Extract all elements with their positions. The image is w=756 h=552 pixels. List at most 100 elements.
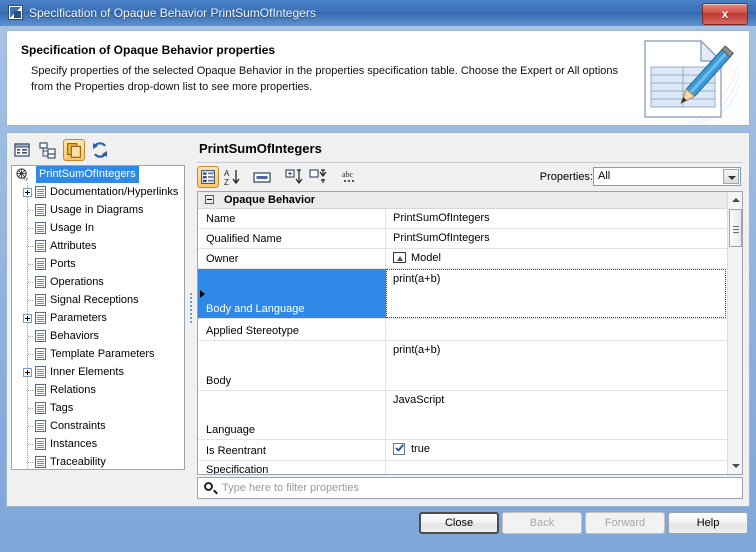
collapse-group-icon[interactable] <box>205 195 214 204</box>
tree-item-relations[interactable]: Relations <box>12 381 184 399</box>
property-key: Is Reentrant <box>206 445 266 457</box>
property-key-cell: Applied Stereotype <box>198 319 386 340</box>
properties-dropdown-value: All <box>598 170 610 182</box>
tree-item-constraints[interactable]: Constraints <box>12 417 184 435</box>
tree-tick <box>28 390 34 391</box>
table-row[interactable]: Body print(a+b) <box>198 341 742 391</box>
collapse-all-icon[interactable] <box>307 166 329 188</box>
property-group-header[interactable]: Opaque Behavior <box>198 192 742 209</box>
table-row[interactable]: Is Reentrant true <box>198 440 742 461</box>
tree-item-operations[interactable]: Operations <box>12 273 184 291</box>
table-row[interactable]: Body and Languageprint(a+b) <box>198 269 742 319</box>
table-vertical-scrollbar[interactable] <box>727 192 742 474</box>
table-row[interactable]: Specification <box>198 461 742 475</box>
document-icon <box>35 420 46 432</box>
scroll-up-button[interactable] <box>728 192 743 207</box>
tree-item-usage-in-diagrams[interactable]: Usage in Diagrams <box>12 201 184 219</box>
header-description: Specify properties of the selected Opaqu… <box>31 63 631 95</box>
property-value-cell[interactable]: Model <box>387 249 726 268</box>
property-value-cell[interactable] <box>387 319 726 340</box>
tree-view-icon[interactable] <box>37 139 59 161</box>
scrollbar-thumb[interactable] <box>729 209 742 247</box>
property-value: print(a+b) <box>393 344 440 356</box>
tree-tick <box>28 246 34 247</box>
properties-filter-label: Properties: <box>540 171 593 183</box>
tree-item-instances[interactable]: Instances <box>12 435 184 453</box>
table-row[interactable]: Name PrintSumOfIntegers <box>198 209 742 229</box>
tree-item-label: PrintSumOfIntegers <box>36 166 139 183</box>
expand-icon[interactable] <box>23 314 32 323</box>
tree-item-label: Inner Elements <box>50 363 124 381</box>
close-icon: x <box>703 4 747 24</box>
table-row[interactable]: OwnerModel <box>198 249 742 269</box>
property-value: PrintSumOfIntegers <box>393 212 490 224</box>
property-key: Qualified Name <box>206 233 282 245</box>
model-package-icon <box>393 252 406 263</box>
properties-grid-icon[interactable] <box>197 166 219 188</box>
tree-item-inner-elements[interactable]: Inner Elements <box>12 363 184 381</box>
property-value: Model <box>411 252 441 264</box>
tree-tick <box>28 462 34 463</box>
table-row[interactable]: Language JavaScript <box>198 391 742 440</box>
document-icon <box>35 240 46 252</box>
property-value-cell[interactable] <box>387 461 726 475</box>
tree-item-documentation-hyperlinks[interactable]: Documentation/Hyperlinks <box>12 183 184 201</box>
property-key-cell: Body <box>198 341 386 390</box>
properties-dropdown[interactable]: All <box>593 167 741 186</box>
tree-item-ports[interactable]: Ports <box>12 255 184 273</box>
close-button[interactable]: Close <box>419 512 499 534</box>
chevron-down-icon <box>723 169 739 184</box>
tree-item-attributes[interactable]: Attributes <box>12 237 184 255</box>
filter-properties-input[interactable]: Type here to filter properties <box>197 477 743 499</box>
expand-icon[interactable] <box>23 368 32 377</box>
document-icon <box>35 348 46 360</box>
reentrant-checkbox[interactable] <box>393 443 405 455</box>
property-key-cell: Qualified Name <box>198 229 386 248</box>
tree-item-label: Signal Receptions <box>50 291 139 309</box>
tree-item-label: Constraints <box>50 417 106 435</box>
copy-icon[interactable] <box>63 139 85 161</box>
property-value-cell[interactable]: true <box>387 440 726 460</box>
scroll-down-button[interactable] <box>728 459 743 474</box>
tree-item-signal-receptions[interactable]: Signal Receptions <box>12 291 184 309</box>
spell-check-icon[interactable]: abc <box>339 166 361 188</box>
property-key-cell: Is Reentrant <box>198 440 386 460</box>
sort-alphabetically-icon[interactable]: A Z <box>221 166 243 188</box>
refresh-icon[interactable] <box>89 139 111 161</box>
tree-toolbar <box>11 137 185 163</box>
tree-item-root[interactable]: xy PrintSumOfIntegers <box>12 166 184 183</box>
svg-text:xy: xy <box>23 176 28 181</box>
svg-text:A: A <box>224 169 230 178</box>
details-panel: PrintSumOfIntegers A Z <box>195 137 745 502</box>
show-description-icon[interactable] <box>251 166 273 188</box>
document-pencil-illustration <box>629 37 739 123</box>
properties-table[interactable]: Opaque Behavior NamePrintSumOfIntegersQu… <box>197 191 743 475</box>
tree-item-behaviors[interactable]: Behaviors <box>12 327 184 345</box>
tree-item-template-parameters[interactable]: Template Parameters <box>12 345 184 363</box>
expand-all-icon[interactable] <box>283 166 305 188</box>
property-key: Name <box>206 213 235 225</box>
help-button[interactable]: Help <box>668 512 748 534</box>
table-row[interactable]: Applied Stereotype <box>198 319 742 341</box>
property-value: JavaScript <box>393 394 444 406</box>
filter-placeholder: Type here to filter properties <box>222 482 359 494</box>
tree-item-label: Operations <box>50 273 104 291</box>
property-value-cell[interactable]: PrintSumOfIntegers <box>387 209 726 228</box>
property-value-cell[interactable]: PrintSumOfIntegers <box>387 229 726 248</box>
close-window-button[interactable]: x <box>702 3 748 25</box>
panel-splitter[interactable] <box>188 165 194 470</box>
property-value-cell[interactable]: print(a+b) <box>386 269 726 318</box>
tree-item-tags[interactable]: Tags <box>12 399 184 417</box>
expand-icon[interactable] <box>23 188 32 197</box>
tree-item-parameters[interactable]: Parameters <box>12 309 184 327</box>
property-value-cell[interactable]: JavaScript <box>387 391 726 439</box>
table-row[interactable]: Qualified Name PrintSumOfIntegers <box>198 229 742 249</box>
tree-item-label: Tags <box>50 399 73 417</box>
table-view-icon[interactable] <box>11 139 33 161</box>
tree-item-usage-in[interactable]: Usage In <box>12 219 184 237</box>
model-tree[interactable]: xy PrintSumOfIntegers Documentation/Hype… <box>11 165 185 470</box>
property-value-cell[interactable]: print(a+b) <box>387 341 726 390</box>
tree-item-traceability[interactable]: Traceability <box>12 453 184 470</box>
property-key: Language <box>206 424 255 436</box>
svg-text:Z: Z <box>224 178 229 187</box>
